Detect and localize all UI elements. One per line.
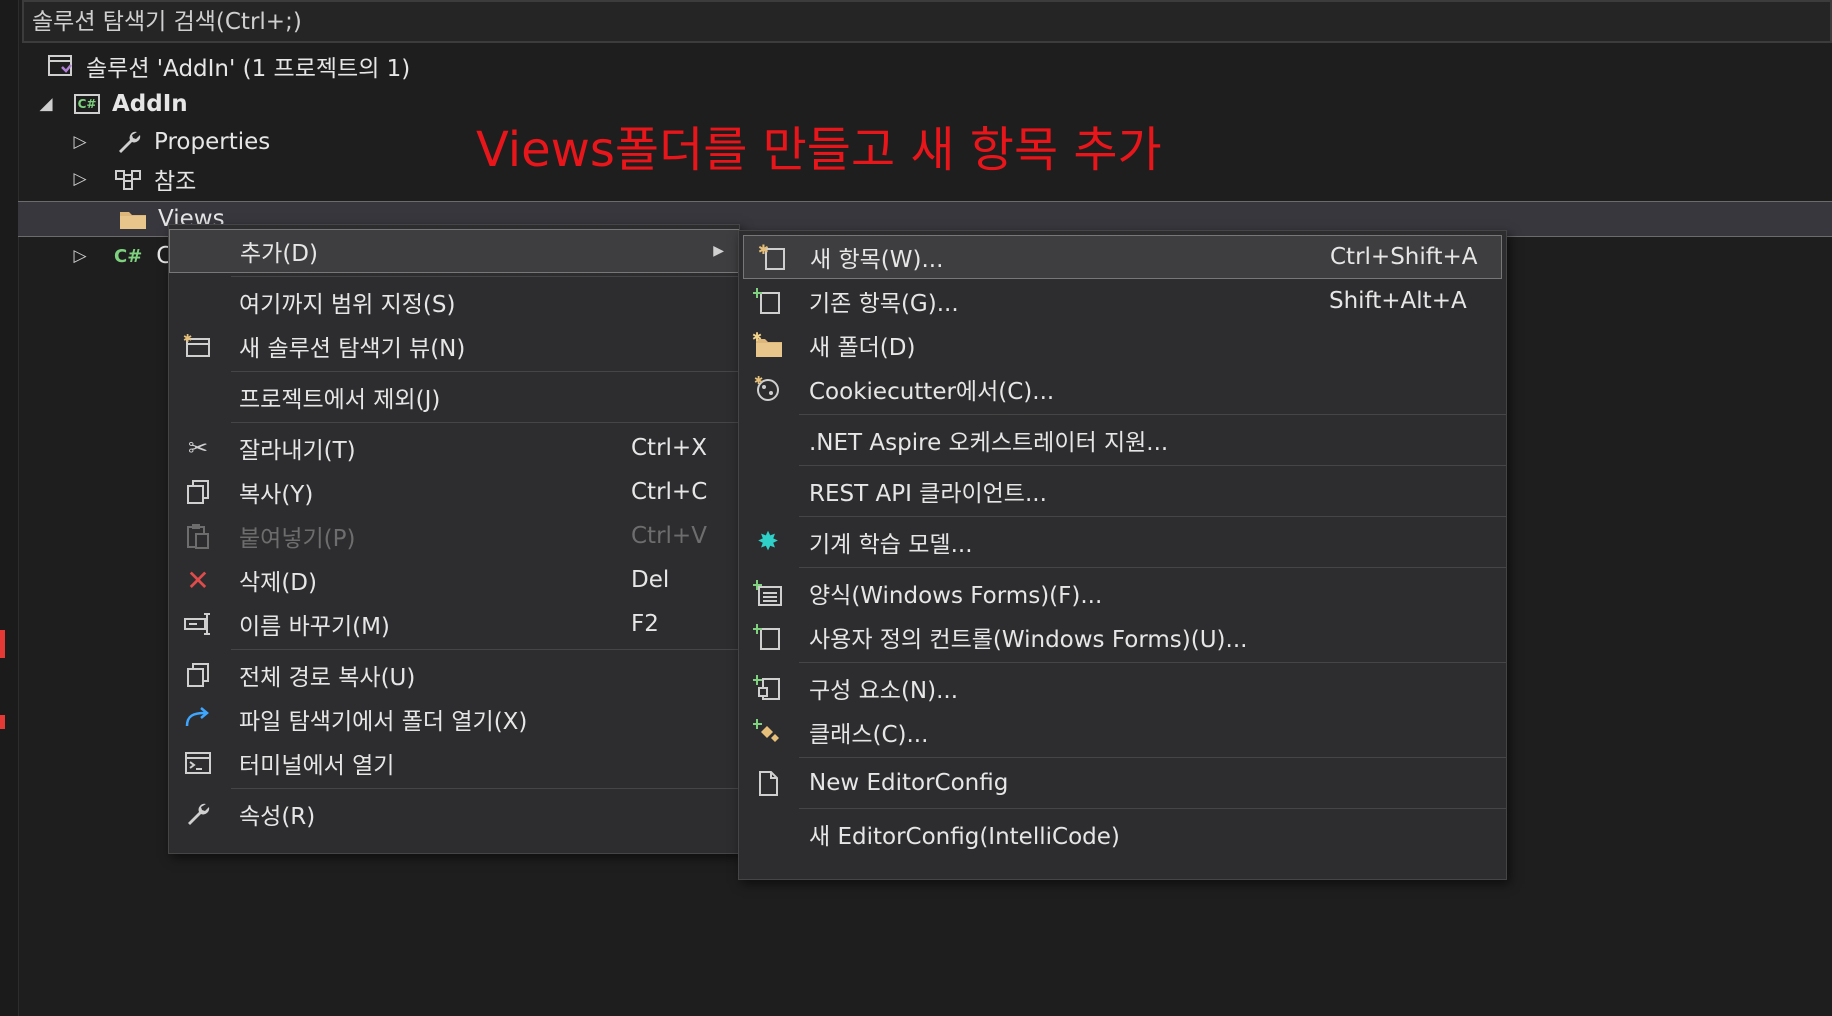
class-icon — [751, 717, 785, 747]
submenu-item-user-control[interactable]: 사용자 정의 컨트롤(Windows Forms)(U)... — [739, 615, 1506, 659]
wrench-icon — [114, 127, 144, 157]
expanded-triangle-icon[interactable]: ◢ — [34, 94, 58, 114]
wrench-icon — [181, 799, 215, 829]
menu-item-open-in-terminal[interactable]: 터미널에서 열기 — [169, 741, 739, 785]
menu-separator — [231, 276, 739, 277]
submenu-item-new-folder[interactable]: ✱ 새 폴더(D) — [739, 323, 1506, 367]
new-item-icon: ✱ — [756, 242, 790, 272]
menu-separator — [799, 516, 1506, 517]
tree-references-label: 참조 — [154, 169, 197, 195]
csharp-file-icon: C# — [114, 245, 143, 267]
menu-separator — [799, 757, 1506, 758]
copy-icon — [181, 477, 215, 507]
solution-explorer-search-bar[interactable] — [22, 0, 1832, 43]
menu-item-delete[interactable]: ✕ 삭제(D) Del — [169, 558, 739, 602]
gutter-error-mark — [0, 630, 5, 658]
submenu-item-class[interactable]: 클래스(C)... — [739, 710, 1506, 754]
menu-item-cut[interactable]: ✂ 잘라내기(T) Ctrl+X — [169, 426, 739, 470]
copy-path-icon — [181, 660, 215, 690]
solution-icon — [46, 51, 76, 81]
collapsed-triangle-icon[interactable]: ▷ — [68, 132, 92, 152]
menu-separator — [231, 649, 739, 650]
tree-solution-row[interactable]: 솔루션 'AddIn' (1 프로젝트의 1) — [46, 48, 410, 84]
component-icon — [751, 673, 785, 703]
scissors-icon: ✂ — [187, 434, 209, 462]
menu-item-copy-full-path[interactable]: 전체 경로 복사(U) — [169, 653, 739, 697]
menu-item-copy[interactable]: 복사(Y) Ctrl+C — [169, 470, 739, 514]
tree-hidden-row[interactable]: ▷ C# C — [68, 238, 172, 274]
svg-text:✱: ✱ — [754, 375, 763, 387]
menu-separator — [799, 808, 1506, 809]
submenu-arrow-icon: ▶ — [713, 243, 724, 259]
svg-text:✱: ✱ — [183, 333, 192, 345]
windows-form-icon — [751, 578, 785, 608]
references-icon — [114, 164, 144, 194]
menu-separator — [799, 465, 1506, 466]
submenu-item-new-item[interactable]: ✱ 새 항목(W)... Ctrl+Shift+A — [743, 235, 1502, 279]
submenu-item-new-editorconfig-intellicode[interactable]: 새 EditorConfig(IntelliCode) — [739, 812, 1506, 856]
terminal-icon — [181, 748, 215, 778]
delete-x-icon: ✕ — [186, 563, 210, 597]
submenu-item-new-editorconfig[interactable]: New EditorConfig — [739, 761, 1506, 805]
context-menu: 추가(D) ▶ 여기까지 범위 지정(S) ✱ 새 솔루션 탐색기 뷰(N) 프… — [168, 224, 740, 854]
new-view-icon: ✱ — [181, 331, 215, 361]
new-folder-icon: ✱ — [751, 330, 785, 360]
search-input[interactable] — [24, 7, 1830, 36]
cookiecutter-icon: ✱ — [751, 374, 785, 404]
rename-icon — [181, 609, 215, 639]
submenu-item-component[interactable]: 구성 요소(N)... — [739, 666, 1506, 710]
menu-separator — [231, 422, 739, 423]
svg-text:✱: ✱ — [758, 243, 769, 258]
menu-item-paste[interactable]: 붙여넣기(P) Ctrl+V — [169, 514, 739, 558]
tree-properties-row[interactable]: ▷ Properties — [68, 124, 270, 160]
menu-item-rename[interactable]: 이름 바꾸기(M) F2 — [169, 602, 739, 646]
annotation-text: Views폴더를 만들고 새 항목 추가 — [476, 122, 1162, 178]
submenu-item-cookiecutter[interactable]: ✱ Cookiecutter에서(C)... — [739, 367, 1506, 411]
user-control-icon — [751, 622, 785, 652]
tree-solution-label: 솔루션 'AddIn' (1 프로젝트의 1) — [86, 56, 411, 82]
menu-separator — [799, 662, 1506, 663]
tree-project-row[interactable]: ◢ C# AddIn — [34, 86, 188, 122]
menu-item-properties[interactable]: 속성(R) — [169, 792, 739, 836]
collapsed-triangle-icon[interactable]: ▷ — [68, 169, 92, 189]
menu-separator — [231, 371, 739, 372]
svg-text:✱: ✱ — [752, 331, 762, 344]
tree-properties-label: Properties — [154, 129, 271, 155]
tree-references-row[interactable]: ▷ 참조 — [68, 161, 196, 197]
left-gutter — [0, 0, 19, 1016]
ml-model-gear-icon: ✸ — [757, 527, 779, 557]
menu-separator — [799, 567, 1506, 568]
existing-item-icon — [751, 286, 785, 316]
gutter-error-mark — [0, 715, 5, 729]
menu-item-add[interactable]: 추가(D) ▶ — [169, 229, 739, 273]
paste-icon — [181, 521, 215, 551]
menu-separator — [231, 788, 739, 789]
tree-project-label: AddIn — [112, 91, 188, 117]
folder-icon — [118, 204, 148, 234]
menu-separator — [799, 414, 1506, 415]
menu-item-exclude-from-project[interactable]: 프로젝트에서 제외(J) — [169, 375, 739, 419]
submenu-item-existing-item[interactable]: 기존 항목(G)... Shift+Alt+A — [739, 279, 1506, 323]
menu-item-scope-to-this[interactable]: 여기까지 범위 지정(S) — [169, 280, 739, 324]
menu-item-open-in-file-explorer[interactable]: 파일 탐색기에서 폴더 열기(X) — [169, 697, 739, 741]
submenu-item-aspire-orchestrator[interactable]: .NET Aspire 오케스트레이터 지원... — [739, 418, 1506, 462]
submenu-item-ml-model[interactable]: ✸ 기계 학습 모델... — [739, 520, 1506, 564]
collapsed-triangle-icon[interactable]: ▷ — [68, 246, 92, 266]
csharp-project-icon: C# — [72, 89, 102, 119]
submenu-item-windows-form[interactable]: 양식(Windows Forms)(F)... — [739, 571, 1506, 615]
submenu-item-rest-api-client[interactable]: REST API 클라이언트... — [739, 469, 1506, 513]
add-submenu: ✱ 새 항목(W)... Ctrl+Shift+A 기존 항목(G)... Sh… — [738, 230, 1507, 880]
open-folder-arrow-icon — [181, 704, 215, 734]
menu-item-new-explorer-view[interactable]: ✱ 새 솔루션 탐색기 뷰(N) — [169, 324, 739, 368]
document-icon — [751, 768, 785, 798]
